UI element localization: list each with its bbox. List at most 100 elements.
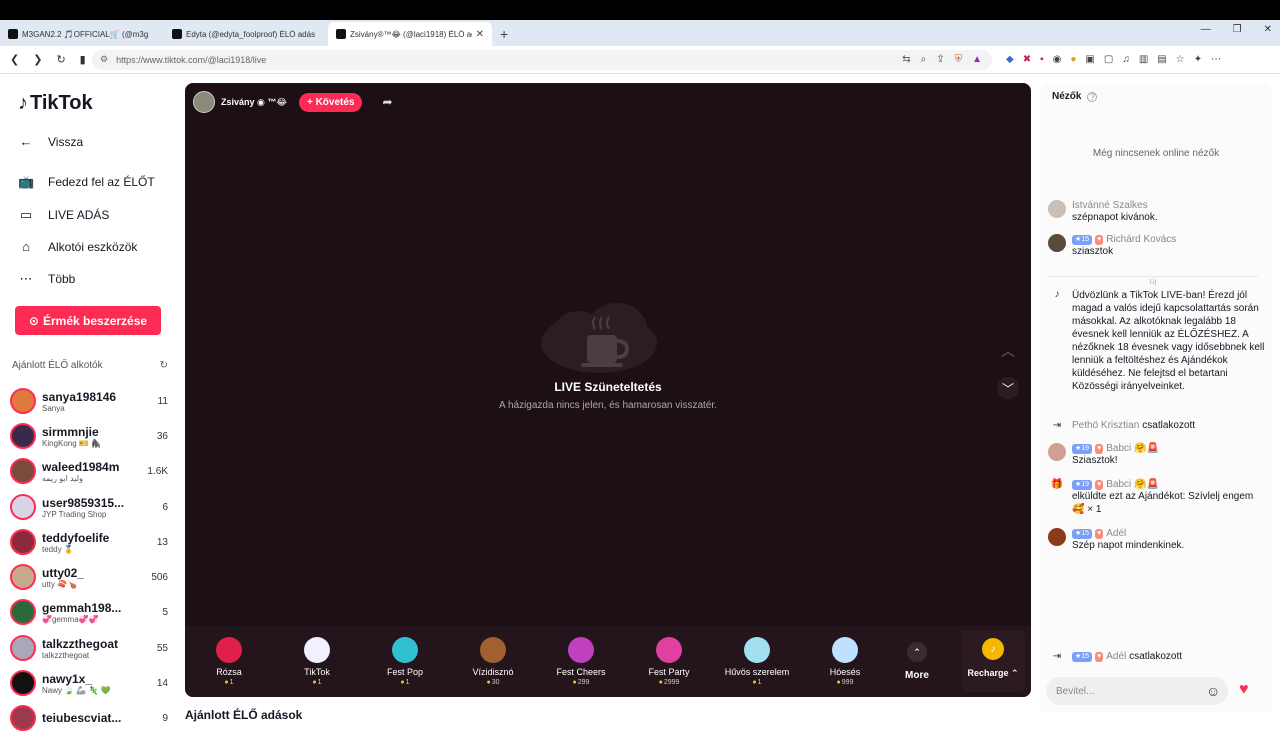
bookmark-icon[interactable]: ▮ — [80, 53, 86, 66]
gift-item[interactable]: Vízidisznó 30 — [449, 637, 537, 686]
extension-icon[interactable]: ● — [1070, 54, 1076, 65]
music-icon[interactable]: ♫ — [1122, 54, 1130, 65]
recharge-button[interactable]: ♪ Recharge ⌃ — [961, 630, 1025, 692]
sidebar-icon[interactable]: ▥ — [1139, 54, 1148, 65]
gift-item[interactable]: TikTok 1 — [273, 637, 361, 686]
settings-menu-icon[interactable]: ⋯ — [1211, 54, 1221, 65]
gift-icon — [216, 637, 242, 663]
zoom-icon[interactable]: ⌕ — [921, 54, 927, 65]
favorites-icon[interactable]: ☆ — [1176, 54, 1185, 65]
refresh-icon[interactable]: ↻ — [160, 360, 168, 371]
creator-row[interactable]: gemmah198... 💞gemma💞💞 5 — [10, 595, 168, 629]
tiktok-note-icon: ♪ — [1054, 289, 1060, 300]
chevron-up-icon[interactable]: ︿ — [1001, 341, 1015, 361]
collections-icon[interactable]: ▤ — [1157, 54, 1166, 65]
avatar[interactable] — [1048, 443, 1066, 461]
creator-row[interactable]: waleed1984m وليد ابو ريمه 1.6K — [10, 454, 168, 488]
window-controls: — ❐ ✕ — [1201, 24, 1272, 35]
creator-row[interactable]: utty02_ utty 🍣🍗 506 — [10, 560, 168, 594]
creator-row[interactable]: talkzzthegoat talkzzthegoat 55 — [10, 631, 168, 665]
forward-icon[interactable]: ❯ — [33, 53, 42, 66]
nav-creator-tools[interactable]: ⌂ Alkotói eszközök — [18, 239, 137, 254]
share-icon[interactable]: ➦ — [382, 95, 392, 109]
url-field[interactable]: ⚙ https://www.tiktok.com/@laci1918/live … — [92, 49, 992, 70]
creator-name: gemmah198... — [42, 600, 122, 615]
creator-row[interactable]: teddyfoelife teddy 🏅 13 — [10, 525, 168, 559]
creator-nickname: 💞gemma💞💞 — [42, 614, 99, 624]
restore-icon[interactable]: ❐ — [1233, 24, 1242, 35]
chat-username[interactable]: Pethö Krisztian — [1072, 420, 1139, 431]
host-name[interactable]: Zsivány ◉ ™😂 — [221, 97, 287, 108]
creator-row[interactable]: sanya198146 Sanya 11 — [10, 384, 168, 418]
nav-more[interactable]: ⋯ Több — [18, 271, 76, 287]
browser-tab[interactable]: M3GAN2.2 🎵OFFICIAL🛒 (@m3g — [0, 22, 164, 46]
creator-row[interactable]: nawy1x_ Nawy 🍃 🦾 🦎 💚 14 — [10, 666, 168, 700]
creator-row[interactable]: teiubescviat... 9 — [10, 701, 168, 735]
extension-icon[interactable]: ▢ — [1104, 54, 1113, 65]
chevron-down-icon[interactable]: ﹀ — [997, 377, 1019, 399]
creator-nickname: وليد ابو ريمه — [42, 473, 83, 483]
gift-name: Hóesés — [829, 667, 861, 677]
follow-button[interactable]: + Követés — [298, 92, 363, 112]
gift-item[interactable]: Hűvös szerelem 1 — [713, 637, 801, 686]
nav-back[interactable]: ← Vissza — [18, 134, 84, 149]
gift-item[interactable]: Fest Party 2999 — [625, 637, 713, 686]
extension-icon[interactable]: ◉ — [1053, 54, 1062, 65]
chat-username[interactable]: Adél — [1106, 651, 1126, 662]
creator-nickname: JYP Trading Shop — [42, 509, 107, 519]
nav-label: Több — [48, 272, 76, 286]
gift-item[interactable]: Hóesés 999 — [801, 637, 889, 686]
triangle-icon[interactable]: ▲ — [972, 54, 982, 65]
minimize-icon[interactable]: — — [1201, 24, 1211, 35]
share-page-icon[interactable]: ⇪ — [936, 54, 944, 65]
browser-tab[interactable]: Edyta (@edyta_foolproof) ÉLŐ adás — [164, 22, 328, 46]
gift-price: 30 — [449, 679, 537, 686]
gift-price: 1 — [713, 679, 801, 686]
gift-icon — [832, 637, 858, 663]
help-icon[interactable]: ? — [1087, 91, 1098, 102]
copilot-icon[interactable]: ✦ — [1194, 54, 1202, 65]
emoji-icon[interactable]: ☺ — [1206, 683, 1220, 699]
nav-go-live[interactable]: ▭ LIVE ADÁS — [18, 207, 110, 223]
reload-icon[interactable]: ↻ — [56, 53, 65, 66]
gift-item[interactable]: Fest Cheers 299 — [537, 637, 625, 686]
more-gifts-button[interactable]: ⌃ More — [897, 642, 937, 681]
avatar[interactable] — [1048, 200, 1066, 218]
extension-icon[interactable]: ✖ — [1023, 54, 1031, 65]
creator-row[interactable]: sirmmnjie KingKong 🎫 🦍 36 — [10, 419, 168, 453]
nav-explore-live[interactable]: 📺 Fedezd fel az ÉLŐT — [18, 174, 155, 190]
gift-item[interactable]: Fest Pop 1 — [361, 637, 449, 686]
get-coins-button[interactable]: ⊙ Érmék beszerzése — [15, 306, 161, 335]
coffee-cup-icon — [541, 303, 657, 373]
gift-name: Fest Cheers — [556, 667, 606, 677]
heart-icon[interactable]: ♥ — [1239, 681, 1249, 699]
avatar[interactable] — [1048, 528, 1066, 546]
chat-text: Sziasztok! — [1072, 455, 1118, 466]
extension-icon[interactable]: ▪ — [1040, 54, 1044, 65]
creator-row[interactable]: user9859315... JYP Trading Shop 6 — [10, 490, 168, 524]
close-window-icon[interactable]: ✕ — [1264, 24, 1272, 35]
host-avatar[interactable] — [193, 91, 215, 113]
back-icon[interactable]: ❮ — [10, 53, 19, 66]
site-settings-icon[interactable]: ⚙ — [100, 54, 108, 65]
chat-username[interactable]: Istvánné Szalkes — [1072, 200, 1148, 211]
shield-icon[interactable]: ⛨ — [955, 54, 963, 65]
gift-icon — [392, 637, 418, 663]
chat-input[interactable]: Bevitel... — [1046, 677, 1228, 705]
tiktok-logo[interactable]: ♪ TikTok — [18, 92, 93, 115]
extension-icon[interactable]: ◆ — [1006, 54, 1014, 65]
chat-username[interactable]: Richárd Kovács — [1106, 234, 1176, 245]
close-tab-icon[interactable]: ✕ — [476, 29, 484, 40]
chat-username[interactable]: Babci 🤗🚨 — [1106, 443, 1159, 454]
chat-username[interactable]: Adél — [1106, 528, 1126, 539]
browser-tab-active[interactable]: Zsivány®™😂 (@laci1918) ÉLŐ adás ✕ — [328, 22, 492, 46]
live-player[interactable]: Zsivány ◉ ™😂 + Követés ➦ LIVE Szünetelte… — [185, 83, 1031, 697]
new-tab-icon[interactable]: + — [492, 22, 516, 46]
chat-username[interactable]: Babci 🤗🚨 — [1106, 479, 1159, 490]
gift-item[interactable]: Rózsa 1 — [185, 637, 273, 686]
gift-icon — [744, 637, 770, 663]
extension-icon[interactable]: ▣ — [1085, 54, 1094, 65]
avatar[interactable] — [1048, 234, 1066, 252]
translate-icon[interactable]: ⇆ — [902, 54, 910, 65]
level-badge: ★15 — [1072, 651, 1093, 662]
